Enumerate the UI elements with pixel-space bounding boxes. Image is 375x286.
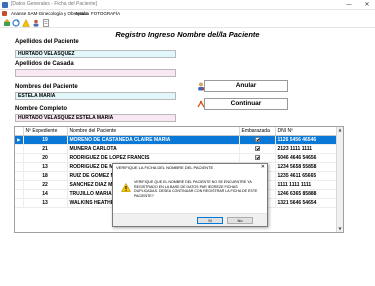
dialog-close-button[interactable]: ✕ bbox=[261, 164, 265, 170]
user-icon[interactable] bbox=[32, 19, 40, 27]
cell-embarazada[interactable] bbox=[239, 153, 276, 163]
anular-button[interactable]: Anular bbox=[204, 80, 288, 92]
scroll-down-icon[interactable]: ▼ bbox=[337, 226, 343, 232]
menu-bar: Ananse SAM-Ginecología y Obstetricia Ayu… bbox=[0, 10, 375, 18]
menu-ayuda[interactable]: Ayuda bbox=[75, 11, 88, 16]
dialog-title: VERIFIQUE LA FICHA DEL NOMBRE DEL PACIEN… bbox=[116, 165, 214, 170]
cell-expediente[interactable]: 13 bbox=[23, 198, 68, 208]
minimize-button[interactable]: — bbox=[344, 0, 354, 10]
table-row[interactable]: 20 RODRIGUEZ DE LOPEZ FRANCIS 5046 4646 54… bbox=[15, 153, 338, 163]
embarazada-checkbox[interactable] bbox=[254, 155, 260, 160]
continuar-button[interactable]: Continuar bbox=[204, 98, 288, 110]
refresh-icon[interactable] bbox=[12, 19, 20, 27]
dialog-footer: Sí No bbox=[113, 213, 267, 226]
row-indicator[interactable] bbox=[15, 189, 24, 199]
embarazada-checkbox[interactable] bbox=[254, 146, 260, 151]
cell-expediente[interactable]: 21 bbox=[23, 144, 68, 154]
row-indicator[interactable]: ▶ bbox=[15, 135, 24, 145]
cell-embarazada[interactable] bbox=[239, 135, 276, 145]
table-row[interactable]: 21 MUNERA CARLOTA 2123 1111 1111 bbox=[15, 144, 338, 154]
row-indicator[interactable] bbox=[15, 162, 24, 172]
header-row-indicator bbox=[15, 127, 24, 136]
row-indicator[interactable] bbox=[15, 153, 24, 163]
cell-expediente[interactable]: 22 bbox=[23, 180, 68, 190]
casada-label: Apellidos de Casada bbox=[15, 61, 74, 67]
nombres-label: Nombres del Paciente bbox=[15, 84, 78, 90]
cell-dni[interactable]: 1111 1111 1111 bbox=[275, 180, 338, 190]
report-icon[interactable] bbox=[42, 19, 50, 27]
apellidos-field[interactable]: HURTADO VELASQUEZ bbox=[15, 50, 176, 58]
dialog-yes-button[interactable]: Sí bbox=[197, 217, 223, 224]
new-record-icon[interactable] bbox=[3, 19, 11, 27]
cell-expediente[interactable]: 20 bbox=[23, 153, 68, 163]
header-embarazada[interactable]: Embarazada bbox=[239, 127, 276, 136]
cell-expediente[interactable]: 18 bbox=[23, 171, 68, 181]
row-indicator[interactable] bbox=[15, 144, 24, 154]
title-bar: [Datos Generales - Ficha del Paciente] —… bbox=[0, 0, 375, 10]
verify-dialog: VERIFIQUE LA FICHA DEL NOMBRE DEL PACIEN… bbox=[112, 163, 268, 227]
cell-expediente[interactable]: 14 bbox=[23, 189, 68, 199]
form-title: Registro Ingreso Nombre del/la Paciente bbox=[115, 30, 260, 39]
warning-icon bbox=[121, 183, 131, 192]
cell-nombre[interactable]: MUNERA CARLOTA bbox=[67, 144, 240, 154]
row-indicator[interactable] bbox=[15, 198, 24, 208]
nombre-completo-label: Nombre Completo bbox=[15, 106, 68, 112]
nombre-completo-field[interactable]: HURTADO VELASQUEZ ESTELA MARIA bbox=[15, 114, 176, 122]
header-dni[interactable]: DNI Nº bbox=[275, 127, 338, 136]
warning-tool-icon[interactable] bbox=[22, 19, 30, 27]
header-expediente[interactable]: Nº Expediente bbox=[23, 127, 68, 136]
nombres-field[interactable]: ESTELA MARIA bbox=[15, 92, 176, 100]
scroll-up-icon[interactable]: ▲ bbox=[337, 127, 343, 133]
apellidos-label: Apellidos del Paciente bbox=[15, 39, 79, 45]
row-indicator[interactable] bbox=[15, 180, 24, 190]
dialog-no-button[interactable]: No bbox=[227, 217, 253, 224]
menu-fotografia[interactable]: FOTOGRAFÍA bbox=[91, 11, 120, 16]
dialog-message: VERIFIQUE QUE EL NOMBRE DEL PACIENTE NO … bbox=[134, 180, 258, 198]
grid-vertical-scrollbar[interactable]: ▲ ▼ bbox=[336, 127, 343, 232]
app-icon bbox=[2, 2, 8, 8]
cell-nombre[interactable]: MORENO DE CASTANEDA CLAIRE MARIA bbox=[67, 135, 240, 145]
toolbar bbox=[0, 18, 375, 28]
header-nombre[interactable]: Nombre del Paciente bbox=[67, 127, 240, 136]
cell-dni[interactable]: 5046 4646 54656 bbox=[275, 153, 338, 163]
cell-embarazada[interactable] bbox=[239, 144, 276, 154]
close-window-button[interactable]: ✕ bbox=[362, 0, 372, 10]
cell-expediente[interactable]: 19 bbox=[23, 135, 68, 145]
cell-expediente[interactable]: 13 bbox=[23, 162, 68, 172]
grid-header-row: Nº Expediente Nombre del Paciente Embara… bbox=[15, 127, 338, 136]
table-row[interactable]: ▶ 19 MORENO DE CASTANEDA CLAIRE MARIA 1126 … bbox=[15, 135, 338, 145]
cell-dni[interactable]: 2123 1111 1111 bbox=[275, 144, 338, 154]
cell-dni[interactable]: 1234 5658 55858 bbox=[275, 162, 338, 172]
casada-field[interactable] bbox=[15, 69, 176, 77]
cell-nombre[interactable]: RODRIGUEZ DE LOPEZ FRANCIS bbox=[67, 153, 240, 163]
app-menu-icon bbox=[2, 11, 7, 16]
row-indicator[interactable] bbox=[15, 171, 24, 181]
embarazada-checkbox[interactable] bbox=[254, 137, 260, 142]
window-title: [Datos Generales - Ficha del Paciente] bbox=[11, 1, 97, 7]
cell-dni[interactable]: 1321 5646 54654 bbox=[275, 198, 338, 208]
cell-dni[interactable]: 1246 6365 85888 bbox=[275, 189, 338, 199]
cell-dni[interactable]: 1235 4611 65665 bbox=[275, 171, 338, 181]
cell-dni[interactable]: 1126 5456 46546 bbox=[275, 135, 338, 145]
